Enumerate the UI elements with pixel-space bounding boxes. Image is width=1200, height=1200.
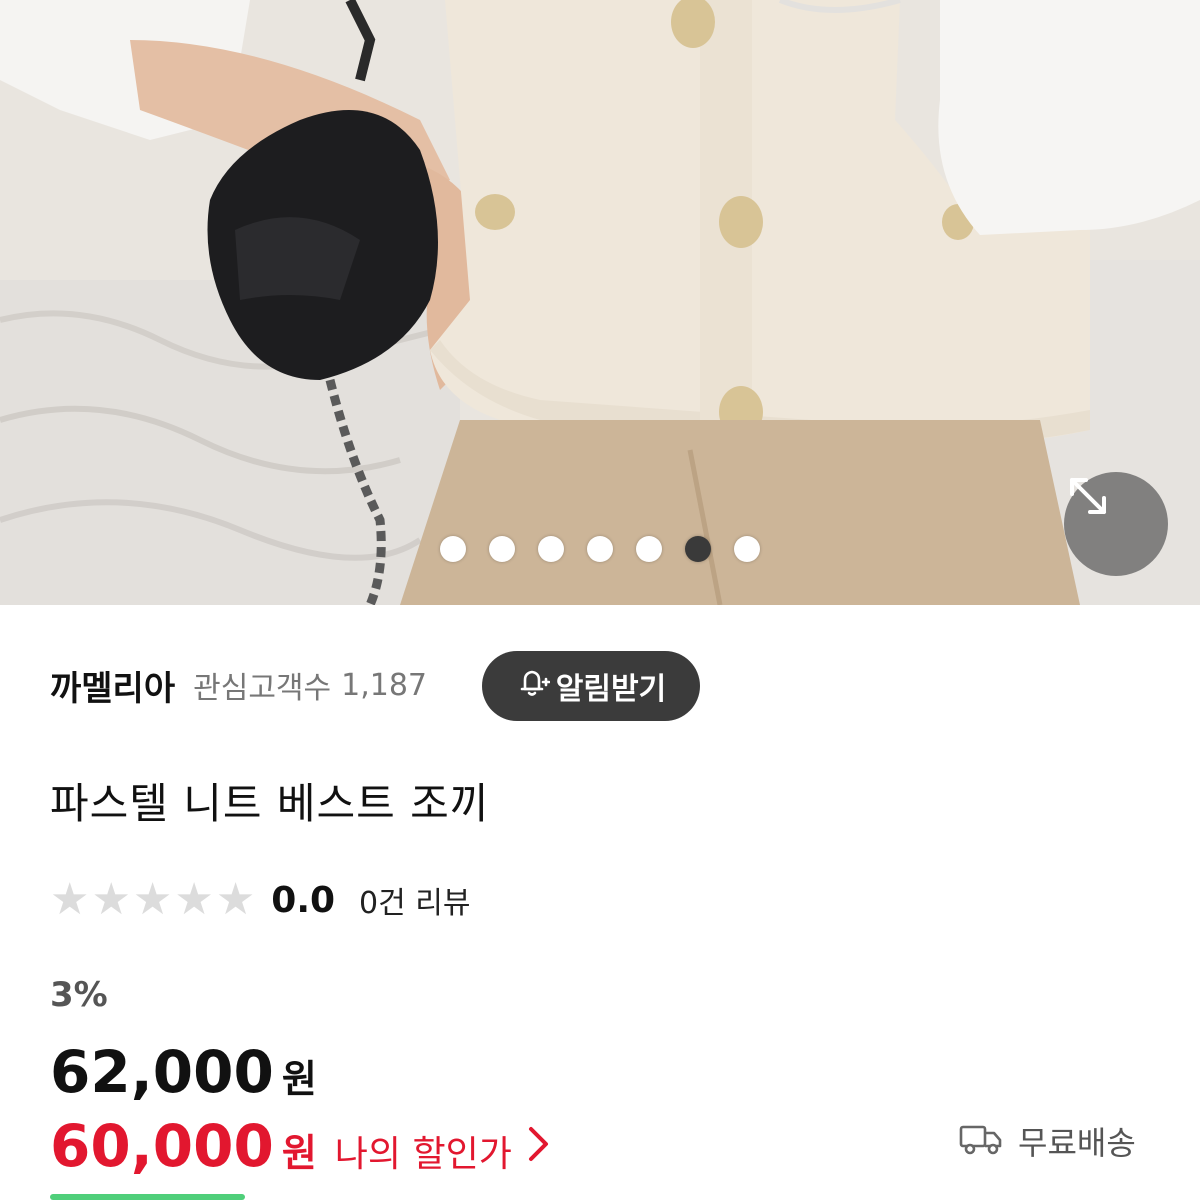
my-price-unit: 원 — [281, 1131, 317, 1175]
star-icon: ★ — [174, 874, 214, 925]
star-icon: ★ — [91, 874, 131, 925]
my-price-label: 나의 할인가 — [334, 1134, 512, 1175]
followers-label: 관심고객수 — [193, 671, 332, 706]
gallery-pagination — [0, 536, 1200, 564]
star-icon: ★ — [132, 874, 173, 925]
gallery-dot[interactable] — [489, 536, 515, 562]
my-price-value: 60,000 — [50, 1112, 274, 1180]
star-icon: ★ — [50, 874, 90, 925]
free-shipping-badge: 무료배송 — [958, 1118, 1136, 1164]
rating-value: 0.0 — [271, 879, 336, 921]
gallery-dot[interactable] — [734, 536, 760, 562]
chevron-right-icon — [526, 1124, 552, 1168]
rating-stars: ★ ★ ★ ★ ★ — [50, 878, 255, 922]
store-name[interactable]: 까멜리아 — [50, 661, 175, 710]
shipping-label: 무료배송 — [1018, 1124, 1136, 1162]
price-value: 62,000 — [50, 1038, 274, 1106]
gallery-dot[interactable] — [587, 536, 613, 562]
rating-row[interactable]: ★ ★ ★ ★ ★ 0.0 0건 리뷰 — [50, 872, 470, 928]
truck-icon — [958, 1121, 1004, 1161]
gallery-dot[interactable] — [636, 536, 662, 562]
product-title: 파스텔 니트 베스트 조끼 — [50, 779, 490, 828]
gallery-dot[interactable] — [538, 536, 564, 562]
alert-button-label: 알림받기 — [555, 672, 667, 707]
store-info: 까멜리아 관심고객수 1,187 — [50, 650, 427, 720]
price-unit: 원 — [281, 1057, 317, 1101]
subscribe-alert-button[interactable]: 알림받기 — [482, 651, 700, 721]
followers-count: 1,187 — [341, 667, 428, 703]
gallery-dot-active[interactable] — [685, 536, 711, 562]
gallery-dot[interactable] — [440, 536, 466, 562]
original-price: 62,000 원 — [50, 1038, 317, 1106]
my-discount-price[interactable]: 60,000 원 나의 할인가 — [50, 1112, 552, 1180]
review-count-link[interactable]: 0건 리뷰 — [359, 878, 470, 922]
product-photo — [0, 0, 1200, 605]
product-image-gallery[interactable] — [0, 0, 1200, 605]
bell-plus-icon — [516, 665, 551, 707]
star-icon: ★ — [215, 874, 256, 925]
discount-percent: 3% — [50, 975, 108, 1015]
bottom-banner-edge — [50, 1194, 245, 1200]
fullscreen-button[interactable] — [1064, 472, 1168, 576]
